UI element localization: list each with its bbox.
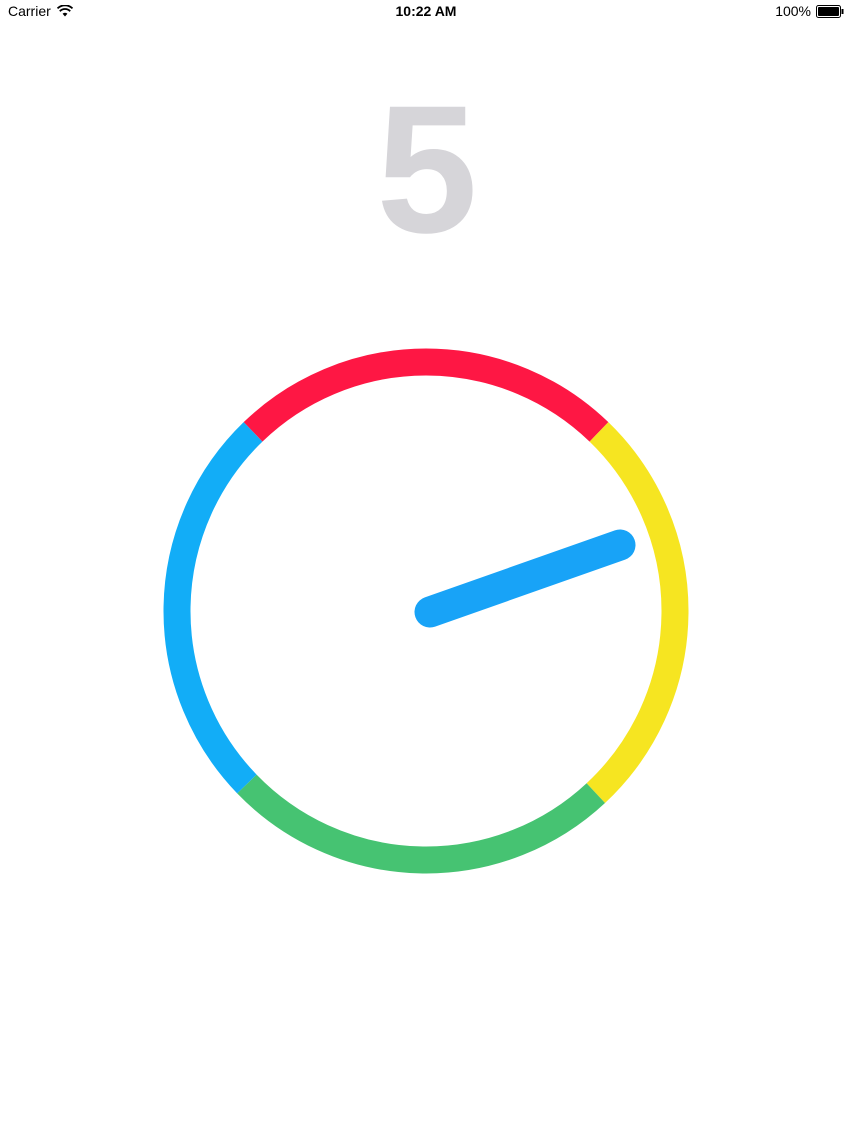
- needle: [414, 529, 636, 628]
- game-board[interactable]: [0, 0, 852, 1136]
- ring-segment-blue: [163, 422, 263, 794]
- ring-segment-green: [237, 774, 606, 874]
- ring-segment-yellow: [586, 422, 689, 803]
- ring-segment-red: [243, 348, 609, 442]
